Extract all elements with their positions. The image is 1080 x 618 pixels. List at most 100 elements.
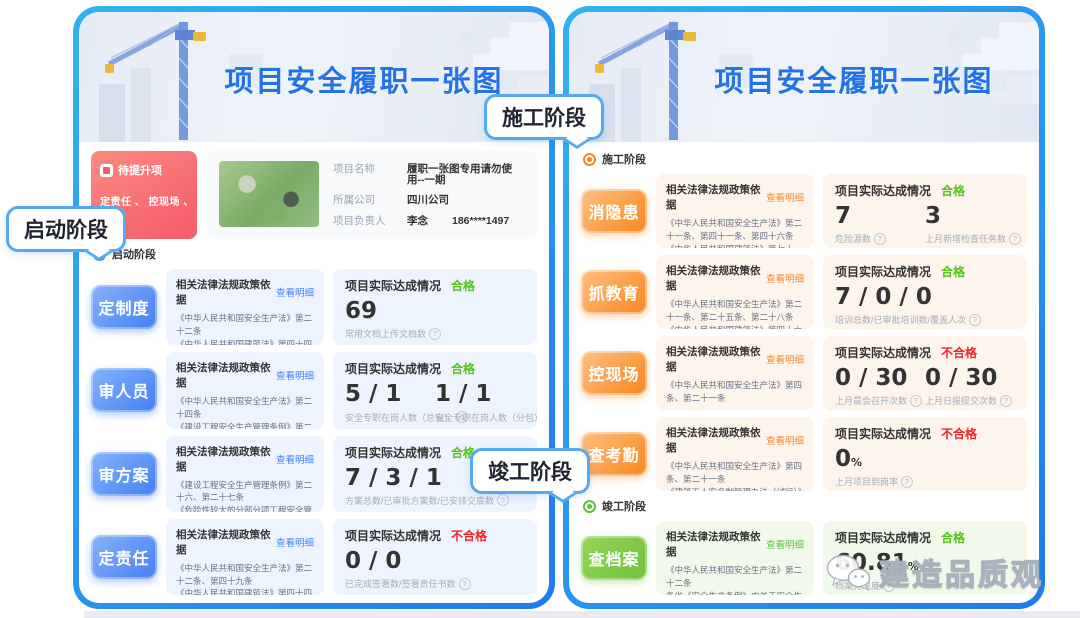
law-line: 《建筑工人实名制管理办法（试行）》第十二条 — [666, 486, 804, 492]
stage-button-safety-education[interactable]: 抓教育 — [581, 270, 647, 314]
view-detail-link[interactable]: 查看明细 — [766, 433, 804, 447]
law-card-title: 相关法律法规政策依据 — [176, 527, 276, 557]
metric-value: 0 / 30 — [835, 365, 907, 391]
data-row: 查考勤 相关法律法规政策依据 查看明细 《中华人民共和国安全生产法》第四条、第二… — [581, 417, 1027, 491]
law-card: 相关法律法规政策依据 查看明细 《建设工程安全生产管理条例》第二十六、第二十七条… — [166, 436, 324, 512]
help-icon[interactable]: ? — [910, 395, 922, 407]
law-line: 《中华人民共和国安全生产法》第四条、第二十一条 — [666, 460, 804, 486]
left-panel: 项目安全履职一张图 待提升项 定责任 、 控现场 、 查考勤 项目名称 — [73, 6, 555, 609]
law-card-title: 相关法律法规政策依据 — [666, 529, 766, 559]
alert-icon — [100, 164, 113, 177]
metric-caption: 上月项目到岗率 — [835, 475, 898, 488]
view-detail-link[interactable]: 查看明细 — [276, 535, 314, 549]
law-card: 相关法律法规政策依据 查看明细 《中华人民共和国安全生产法》第四条、第二十一条 … — [656, 417, 814, 491]
section-completion-phase: 竣工阶段 — [583, 498, 1027, 514]
callout-launch-phase: 启动阶段 — [6, 206, 126, 252]
law-line: 《中华人民共和国建筑法》第四十六条 — [666, 324, 804, 330]
metric-value: 69 — [345, 298, 377, 324]
law-line: 《中华人民共和国安全生产法》第二十一条、第四十一条、第四十六条 — [666, 217, 804, 243]
result-card: 项目实际达成情况 合格 5 / 1 安全专职在岗人数（总包）? 1 / 1 安全… — [333, 352, 537, 428]
view-detail-link[interactable]: 查看明细 — [276, 285, 314, 299]
law-card-title: 相关法律法规政策依据 — [666, 425, 766, 455]
stage-button-assign-responsibility[interactable]: 定责任 — [91, 535, 157, 579]
status-badge: 合格 — [451, 360, 475, 377]
law-line: 《中华人民共和国建筑法》第四十四条等 — [176, 338, 314, 346]
law-line: 《建设工程安全生产管理条例》第二十三条 — [176, 421, 314, 429]
metric-caption: 安全专职在岗人数（分包） — [435, 411, 537, 424]
stage-button-define-rules[interactable]: 定制度 — [91, 285, 157, 329]
law-card-title: 相关法律法规政策依据 — [176, 277, 276, 307]
metric: 7 / 0 / 0 培训总数/已审批培训数/覆盖人次? — [835, 285, 1015, 326]
result-card-title: 项目实际达成情况 — [835, 263, 931, 280]
law-card: 相关法律法规政策依据 查看明细 《中华人民共和国安全生产法》第四条、第二十一条 — [656, 336, 814, 410]
metric: 0% 上月项目到岗率? — [835, 447, 1015, 488]
callout-construction-phase: 施工阶段 — [484, 94, 604, 140]
result-card: 项目实际达成情况 合格 69 常用文档上传文档数? — [333, 269, 537, 345]
help-icon[interactable]: ? — [901, 476, 913, 488]
manager-phone: 186****1497 — [452, 216, 509, 227]
metric: 3 上月新增检查任务数? — [925, 204, 1015, 245]
view-detail-link[interactable]: 查看明细 — [766, 271, 804, 285]
bottom-bar — [84, 611, 1080, 618]
help-icon[interactable]: ? — [1000, 395, 1012, 407]
stage-button-site-control[interactable]: 控现场 — [581, 351, 647, 395]
stage-button-review-plan[interactable]: 审方案 — [91, 452, 157, 496]
help-icon[interactable]: ? — [969, 314, 981, 326]
result-card: 项目实际达成情况 合格 7 危险源数? 3 上月新增检查任务数? — [823, 174, 1027, 248]
metric-value: 1 / 1 — [435, 381, 491, 407]
law-card-title: 相关法律法规政策依据 — [666, 263, 766, 293]
data-row: 抓教育 相关法律法规政策依据 查看明细 《中华人民共和国安全生产法》第二十一条、… — [581, 255, 1027, 329]
phase-dot-icon — [583, 153, 596, 166]
right-panel: 项目安全履职一张图 施工阶段 消隐患 相关法律法规政策依据 查看明细 《中华人民… — [563, 6, 1045, 609]
watermark: 建造品质观 — [825, 550, 1044, 594]
metric-caption: 上月新增检查任务数 — [925, 232, 1006, 245]
help-icon[interactable]: ? — [429, 328, 441, 340]
view-detail-link[interactable]: 查看明细 — [766, 537, 804, 551]
stage-button-attendance-check[interactable]: 查考勤 — [581, 432, 647, 476]
stage-button-eliminate-hazards[interactable]: 消隐患 — [581, 189, 647, 233]
status-badge: 合格 — [941, 263, 965, 280]
help-icon[interactable]: ? — [874, 233, 886, 245]
improvement-tag: 待提升项 — [118, 162, 162, 178]
view-detail-link[interactable]: 查看明细 — [276, 452, 314, 466]
metric: 69 常用文档上传文档数? — [345, 299, 525, 340]
phase-dot-icon — [583, 500, 596, 513]
view-detail-link[interactable]: 查看明细 — [276, 368, 314, 382]
law-line: 《危险性较大的分部分项工程安全管理规定》第七条、第十条、第十五条等 — [176, 504, 314, 512]
project-manager-field: 项目负责人 李念 186****1497 — [333, 216, 525, 227]
wechat-icon — [825, 553, 873, 591]
view-detail-link[interactable]: 查看明细 — [766, 352, 804, 366]
metric-value: 5 / 1 — [345, 381, 401, 407]
data-row: 定制度 相关法律法规政策依据 查看明细 《中华人民共和国安全生产法》第二十二条 … — [91, 269, 537, 345]
law-card: 相关法律法规政策依据 查看明细 《中华人民共和国安全生产法》第二十二条、第四十九… — [166, 519, 324, 595]
metric: 1 / 1 安全专职在岗人数（分包）? — [435, 382, 525, 423]
help-icon[interactable]: ? — [459, 578, 471, 590]
metric-caption: 上月晨会召开次数 — [835, 394, 907, 407]
law-line: 《中华人民共和国建筑法》第四十四条等 — [176, 587, 314, 595]
result-card-title: 项目实际达成情况 — [345, 527, 441, 544]
page-title: 项目安全履职一张图 — [189, 58, 539, 100]
metric-value: 3 — [925, 203, 941, 229]
law-card: 相关法律法规政策依据 查看明细 《中华人民共和国安全生产法》第二十一条、第二十五… — [656, 255, 814, 329]
law-line: 《中华人民共和国安全生产法》第二十一条、第二十五条、第二十八条 — [666, 298, 804, 324]
metric: 5 / 1 安全专职在岗人数（总包）? — [345, 382, 435, 423]
help-icon[interactable]: ? — [497, 494, 509, 506]
stage-button-review-personnel[interactable]: 审人员 — [91, 368, 157, 412]
callout-completion-phase: 竣工阶段 — [470, 448, 590, 494]
result-card: 项目实际达成情况 不合格 0 / 30 上月晨会召开次数? 0 / 30 上月日… — [823, 336, 1027, 410]
project-info-card: 项目名称 履职一张图专用请勿使用--一期 所属公司 四川公司 项目负责人 李念 … — [207, 151, 537, 239]
view-detail-link[interactable]: 查看明细 — [766, 190, 804, 204]
project-thumbnail — [219, 161, 319, 227]
stage-button-archive-check[interactable]: 查档案 — [581, 536, 647, 580]
help-icon[interactable]: ? — [1009, 233, 1021, 245]
project-summary-row: 待提升项 定责任 、 控现场 、 查考勤 项目名称 履职一张图专用请勿使用--一… — [91, 151, 537, 239]
data-row: 控现场 相关法律法规政策依据 查看明细 《中华人民共和国安全生产法》第四条、第二… — [581, 336, 1027, 410]
watermark-text: 建造品质观 — [879, 550, 1044, 594]
result-card-title: 项目实际达成情况 — [835, 425, 931, 442]
data-row: 审人员 相关法律法规政策依据 查看明细 《中华人民共和国安全生产法》第二十四条 … — [91, 352, 537, 428]
metric-value: 0 / 30 — [925, 365, 997, 391]
result-card: 项目实际达成情况 不合格 0 / 0 已完成签署数/签署责任书数? — [333, 519, 537, 595]
status-badge: 合格 — [941, 529, 965, 546]
result-card-title: 项目实际达成情况 — [835, 344, 931, 361]
status-badge: 合格 — [451, 277, 475, 294]
